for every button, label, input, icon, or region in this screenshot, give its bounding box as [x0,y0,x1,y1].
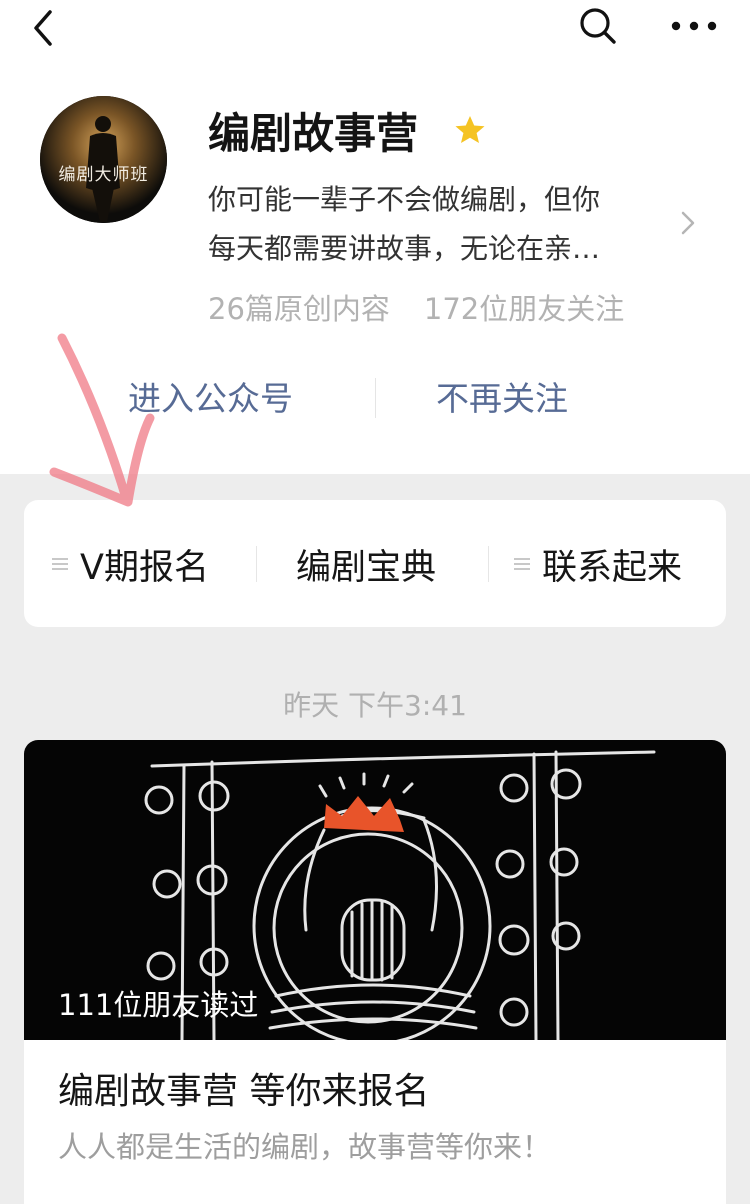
account-menu-bar: V期报名 编剧宝典 联系起来 [24,500,726,627]
menu-item-handbook[interactable]: 编剧宝典 [296,540,436,588]
menu-item-label: 联系起来 [542,547,683,588]
original-count: 26篇原创内容 [208,292,390,326]
account-profile-panel: 编剧大师班 编剧故事营 你可能一辈子不会做编剧，但你 每天都需要讲故事，无论在亲… [0,0,750,474]
read-count: 111位朋友读过 [58,988,259,1022]
follower-count: 172位朋友关注 [423,292,625,326]
account-stats: 26篇原创内容 172位朋友关注 [208,286,624,328]
chevron-left-icon[interactable] [26,6,66,50]
unfollow-button[interactable]: 不再关注 [436,372,568,420]
avatar-text: 编剧大师班 [58,165,149,185]
description-line: 每天都需要讲故事，无论在亲… [208,232,601,265]
action-divider [375,378,376,418]
article-summary: 人人都是生活的编剧，故事营等你来！ [58,1130,552,1164]
menu-lines-icon [514,558,530,570]
menu-item-label: V期报名 [80,547,209,588]
menu-item-signup[interactable]: V期报名 [52,540,209,588]
account-description[interactable]: 你可能一辈子不会做编剧，但你 每天都需要讲故事，无论在亲… [208,175,678,273]
search-icon[interactable] [576,4,620,48]
chevron-right-icon[interactable] [678,208,698,238]
article-title: 编剧故事营 等你来报名 [58,1071,430,1112]
menu-divider [256,546,257,582]
article-cover-image: 111位朋友读过 [24,740,726,1046]
menu-divider [488,546,489,582]
menu-lines-icon [52,558,68,570]
account-avatar[interactable]: 编剧大师班 [40,96,167,223]
more-horizontal-icon[interactable] [668,6,722,46]
menu-item-contact[interactable]: 联系起来 [514,540,682,588]
star-icon [455,116,485,143]
message-timestamp: 昨天 下午3:41 [283,689,467,722]
menu-item-label: 编剧宝典 [296,547,437,588]
description-line: 你可能一辈子不会做编剧，但你 [208,183,601,216]
account-name: 编剧故事营 [208,109,419,158]
article-card[interactable]: 111位朋友读过 编剧故事营 等你来报名 人人都是生活的编剧，故事营等你来！ [24,740,726,1204]
enter-account-button[interactable]: 进入公众号 [128,372,293,420]
